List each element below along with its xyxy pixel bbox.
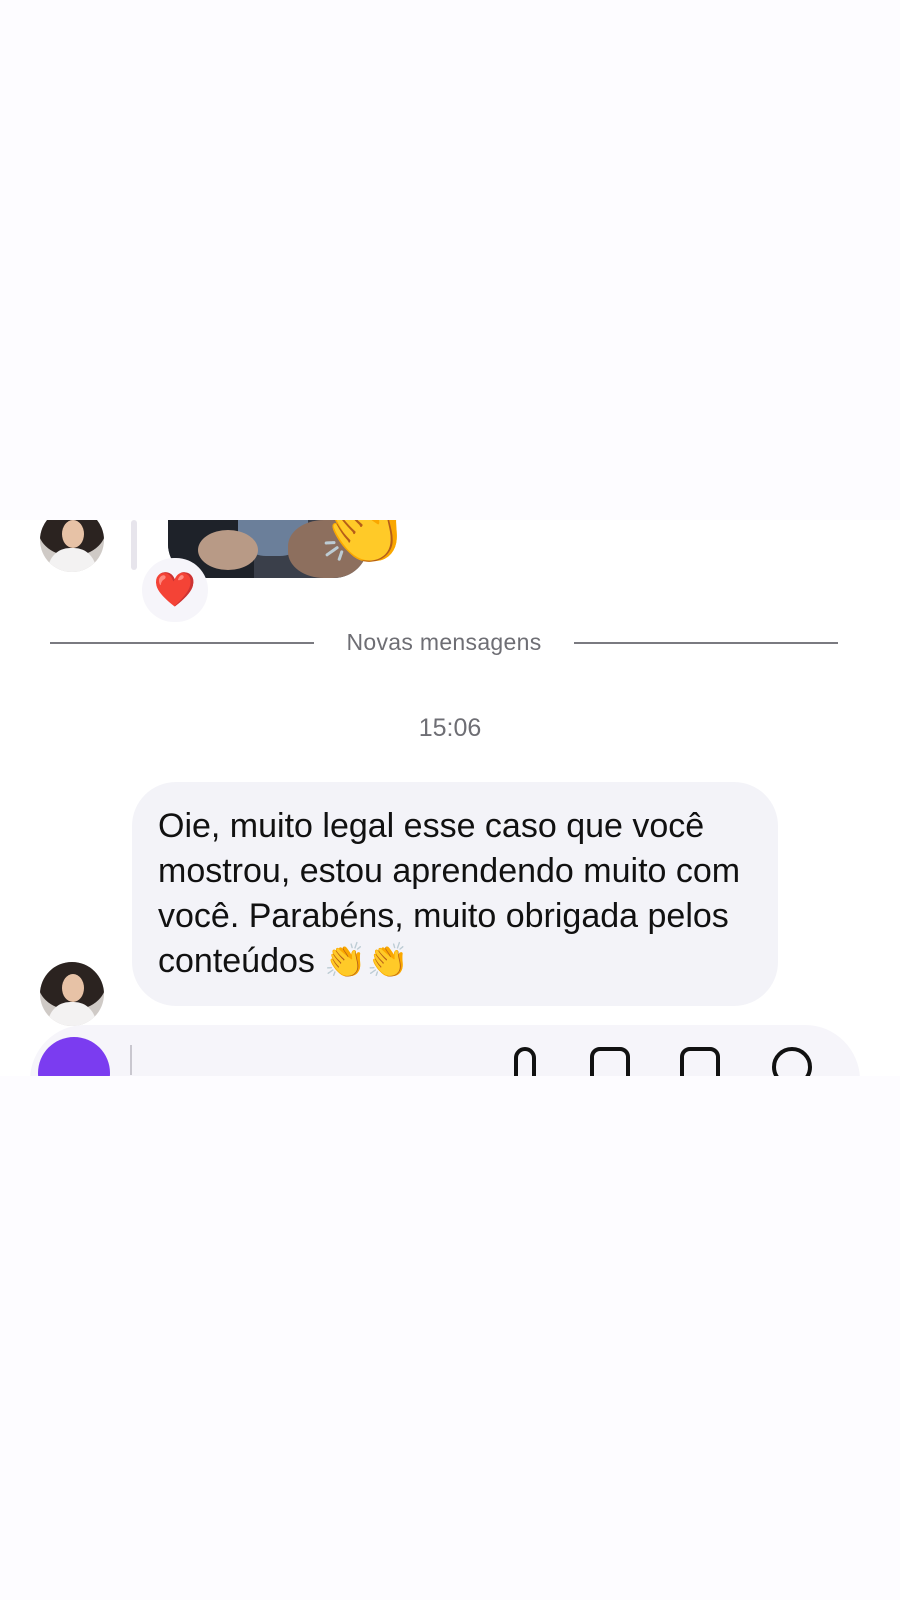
instagram-dm-screen: 👏 ❤️ Novas mensagens 15:06 Oie, muito le… xyxy=(0,0,900,1600)
top-blank-area xyxy=(0,0,900,520)
sender-avatar[interactable] xyxy=(40,520,104,572)
sticker-icon[interactable] xyxy=(680,1047,720,1076)
clap-emoji: 👏👏 xyxy=(324,941,410,981)
bottom-blank-area xyxy=(0,1076,900,1600)
divider-line-right xyxy=(574,642,838,644)
message-reaction[interactable]: ❤️ xyxy=(142,558,208,622)
new-messages-label: Novas mensagens xyxy=(346,629,542,655)
avatar-face xyxy=(62,974,84,1002)
new-messages-divider: Novas mensagens xyxy=(50,626,838,658)
clap-emoji: 👏 xyxy=(318,520,411,570)
message-timestamp: 15:06 xyxy=(418,714,482,742)
reply-quote-line xyxy=(131,520,137,570)
chat-thread[interactable]: 👏 ❤️ Novas mensagens 15:06 Oie, muito le… xyxy=(0,520,900,1076)
microphone-icon[interactable] xyxy=(514,1047,536,1076)
photo-shape xyxy=(198,530,258,570)
message-composer[interactable] xyxy=(30,1025,860,1076)
avatar-face xyxy=(62,520,84,548)
text-cursor xyxy=(130,1045,132,1075)
heart-icon: ❤️ xyxy=(153,570,197,610)
message-body: Oie, muito legal esse caso que você most… xyxy=(158,807,741,980)
camera-icon[interactable] xyxy=(38,1037,110,1076)
gallery-icon[interactable] xyxy=(590,1047,630,1076)
divider-line-left xyxy=(50,642,314,644)
sender-avatar[interactable] xyxy=(40,962,104,1026)
plus-circle-icon[interactable] xyxy=(772,1047,812,1076)
received-message-bubble[interactable]: Oie, muito legal esse caso que você most… xyxy=(132,782,778,1006)
message-text: Oie, muito legal esse caso que você most… xyxy=(158,804,758,984)
